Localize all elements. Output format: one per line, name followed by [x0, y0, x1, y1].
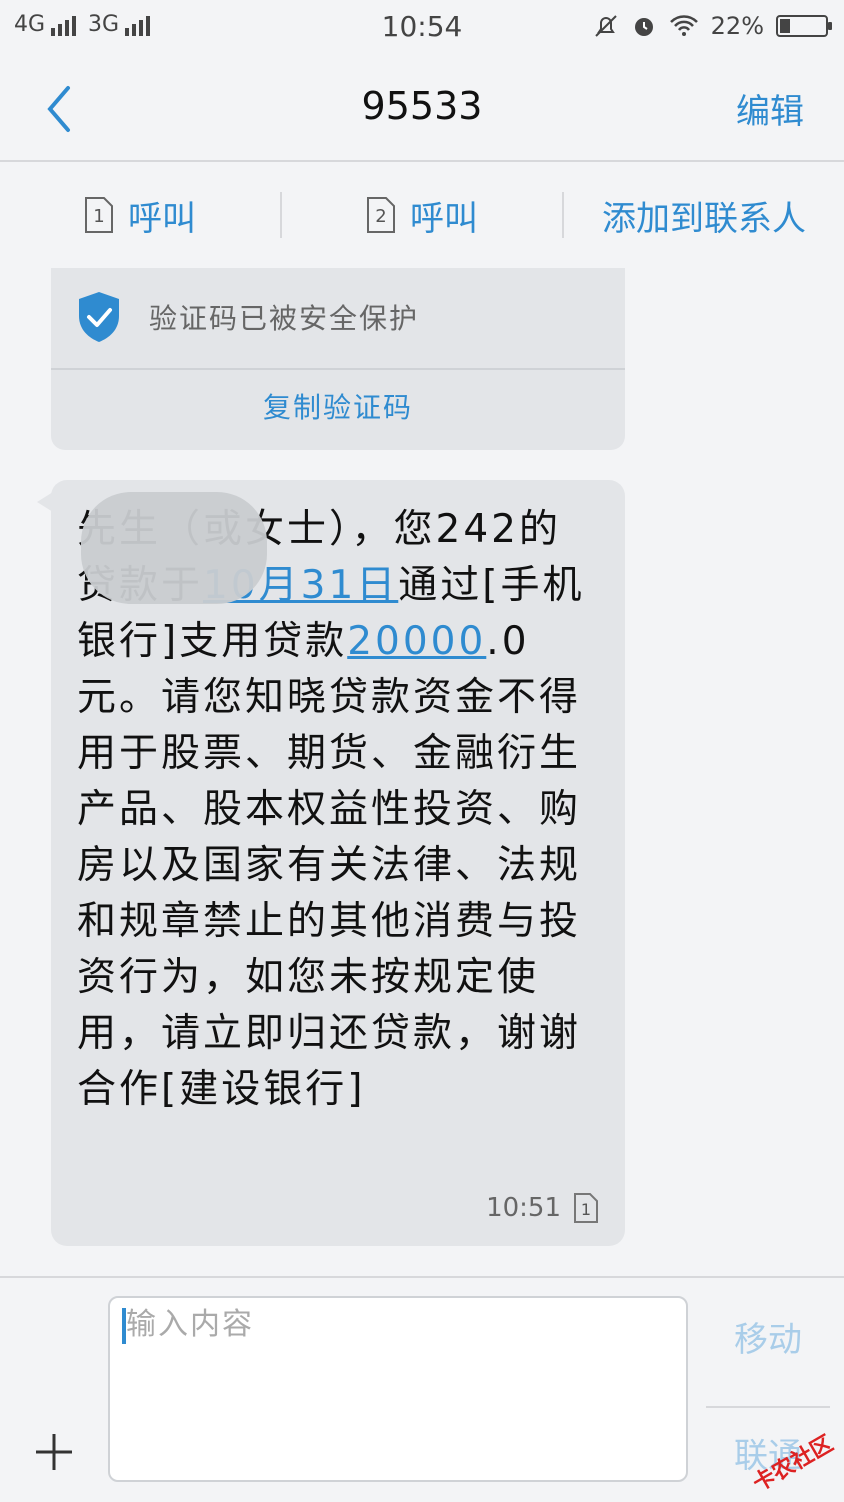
message-input-box[interactable]: [108, 1296, 688, 1482]
battery-percent: 22%: [710, 12, 764, 40]
message-meta: 10:51 1: [486, 1192, 599, 1224]
edit-button[interactable]: 编辑: [736, 84, 804, 133]
amount-link[interactable]: 20000: [347, 619, 486, 664]
page-title: 95533: [361, 84, 483, 128]
conversation-header: 95533 编辑: [0, 56, 844, 162]
message-bubble[interactable]: 先生（或女士），您242的贷款于10月31日通过[手机银行]支用贷款20000.…: [37, 480, 625, 1246]
redacted-name: [81, 492, 267, 604]
call-sim2-label: 呼叫: [410, 198, 478, 239]
sim-card-icon: 2: [366, 196, 396, 234]
compose-bar: 移动 联通 卡农社区: [0, 1276, 844, 1502]
alarm-icon: [634, 18, 653, 36]
message-input[interactable]: [124, 1306, 668, 1343]
call-sim1-label: 呼叫: [128, 198, 196, 239]
send-sim1-button[interactable]: 移动: [706, 1312, 830, 1361]
add-contact-label: 添加到联系人: [602, 198, 806, 239]
call-sim2-button[interactable]: 2 呼叫: [280, 192, 562, 239]
status-icons: 22%: [593, 12, 832, 40]
protect-text: 验证码已被安全保护: [149, 302, 420, 335]
action-row: 1 呼叫 2 呼叫 添加到联系人: [0, 162, 844, 268]
mute-bell-icon: [594, 15, 617, 37]
wifi-icon: [669, 15, 698, 36]
protect-row: 验证码已被安全保护: [75, 290, 419, 344]
message-list[interactable]: 验证码已被安全保护 复制验证码 先生（或女士），您242的贷款于10月31日通过…: [0, 268, 844, 1276]
sim-card-icon: 1: [84, 196, 114, 234]
plus-icon[interactable]: [34, 1432, 74, 1472]
divider: [51, 368, 625, 370]
sim-card-icon: 1: [573, 1192, 599, 1224]
copy-code-button[interactable]: 复制验证码: [51, 386, 625, 426]
shield-check-icon: [79, 292, 119, 342]
verification-card: 验证码已被安全保护 复制验证码: [51, 268, 625, 450]
bubble-tail: [37, 492, 53, 512]
add-contact-button[interactable]: 添加到联系人: [562, 192, 844, 239]
status-bar: 4G 3G 10:54 22%: [0, 0, 844, 56]
battery-icon: [776, 15, 832, 37]
call-sim1-button[interactable]: 1 呼叫: [0, 162, 280, 268]
divider: [706, 1406, 830, 1408]
message-time: 10:51: [486, 1193, 561, 1223]
